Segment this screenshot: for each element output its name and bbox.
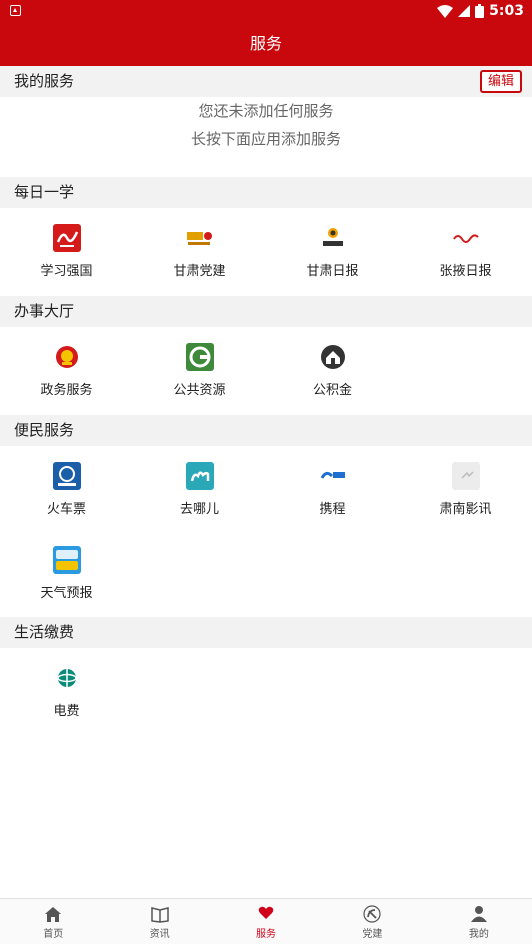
empty-hint-line1: 您还未添加任何服务 (198, 102, 334, 120)
ctrip-icon (319, 462, 347, 490)
tab-service[interactable]: 服务 (213, 899, 319, 944)
service-label: 甘肃日报 (306, 264, 359, 279)
service-label: 肃南影讯 (439, 502, 492, 517)
bottom-tab-bar: 首页 资讯 服务 党建 我的 (0, 898, 532, 944)
life-payment-grid: 电费 (0, 648, 532, 736)
service-label: 携程 (319, 502, 346, 517)
service-item[interactable]: 火车票 (0, 446, 133, 522)
service-item[interactable]: 携程 (266, 446, 399, 522)
user-icon (470, 906, 487, 922)
service-label: 学习强国 (40, 264, 93, 279)
convenience-grid: 火车票 去哪儿 携程 肃南影讯 天气预报 (0, 446, 532, 616)
service-item[interactable]: 去哪儿 (133, 446, 266, 522)
service-label: 去哪儿 (179, 502, 219, 517)
empty-hint-line2: 长按下面应用添加服务 (190, 130, 341, 148)
section-title: 生活缴费 (14, 623, 75, 641)
page-title: 服务 (249, 34, 282, 53)
service-item[interactable]: 政务服务 (0, 327, 133, 403)
service-label: 张掖日报 (439, 264, 492, 279)
battery-icon (475, 4, 485, 18)
tab-label: 资讯 (149, 929, 170, 940)
service-label: 天气预报 (40, 586, 93, 601)
service-label: 甘肃党建 (173, 264, 226, 279)
app-bar: 服务 (0, 22, 532, 66)
service-item[interactable]: 公共资源 (133, 327, 266, 403)
service-item[interactable]: 公积金 (266, 327, 399, 403)
gansu-dangjian-icon (186, 224, 214, 252)
qunar-camel-icon (186, 462, 214, 490)
heart-icon (258, 906, 274, 919)
service-item[interactable]: 肃南影讯 (399, 446, 532, 522)
sunan-movie-icon (452, 462, 480, 490)
zhangye-ribao-icon (452, 224, 480, 252)
section-title: 办事大厅 (14, 302, 75, 320)
tab-label: 首页 (43, 929, 64, 940)
service-item[interactable]: 甘肃党建 (133, 208, 266, 284)
section-header-convenience: 便民服务 (0, 415, 532, 446)
wifi-icon (437, 4, 454, 18)
weather-forecast-icon (53, 546, 81, 574)
tab-home[interactable]: 首页 (0, 899, 106, 944)
service-label: 电费 (53, 704, 80, 719)
notification-icon (10, 5, 21, 16)
my-services-empty-state: 您还未添加任何服务 长按下面应用添加服务 (0, 97, 532, 177)
service-label: 政务服务 (40, 383, 93, 398)
daily-study-grid: 学习强国 甘肃党建 甘肃日报 张掖日报 (0, 208, 532, 296)
status-icons: 5:03 (437, 2, 524, 20)
section-title: 每日一学 (14, 183, 75, 201)
housing-fund-icon (319, 343, 347, 371)
service-item[interactable]: 电费 (0, 648, 133, 724)
signal-icon (458, 5, 471, 17)
section-header-my-services: 我的服务 编辑 (0, 66, 532, 97)
service-label: 公共资源 (173, 383, 226, 398)
service-item[interactable]: 甘肃日报 (266, 208, 399, 284)
service-label: 公积金 (312, 383, 352, 398)
hammer-sickle-icon (363, 905, 382, 923)
service-label: 火车票 (46, 502, 86, 517)
section-title: 我的服务 (14, 72, 75, 90)
tab-label: 服务 (256, 929, 277, 940)
train-12306-icon (53, 462, 81, 490)
tab-news[interactable]: 资讯 (106, 899, 212, 944)
state-grid-electricity-icon (53, 664, 81, 692)
tab-mine[interactable]: 我的 (426, 899, 532, 944)
public-resource-icon (186, 343, 214, 371)
section-header-life-payment: 生活缴费 (0, 617, 532, 648)
section-title: 便民服务 (14, 421, 75, 439)
section-header-daily-study: 每日一学 (0, 177, 532, 208)
edit-button[interactable]: 编辑 (479, 70, 522, 93)
tab-label: 我的 (468, 929, 489, 940)
service-item[interactable]: 学习强国 (0, 208, 133, 284)
tab-party[interactable]: 党建 (319, 899, 425, 944)
service-hall-grid: 政务服务 公共资源 公积金 (0, 327, 532, 415)
service-item[interactable]: 天气预报 (0, 530, 133, 606)
status-time: 5:03 (489, 3, 524, 19)
national-emblem-icon (53, 343, 81, 371)
xuexi-qiangguo-icon (53, 224, 81, 252)
news-icon (150, 907, 169, 923)
section-header-service-hall: 办事大厅 (0, 296, 532, 327)
home-icon (45, 907, 62, 922)
tab-label: 党建 (362, 929, 383, 940)
gansu-ribao-icon (319, 224, 347, 252)
status-bar: 5:03 (0, 0, 532, 22)
service-item[interactable]: 张掖日报 (399, 208, 532, 284)
